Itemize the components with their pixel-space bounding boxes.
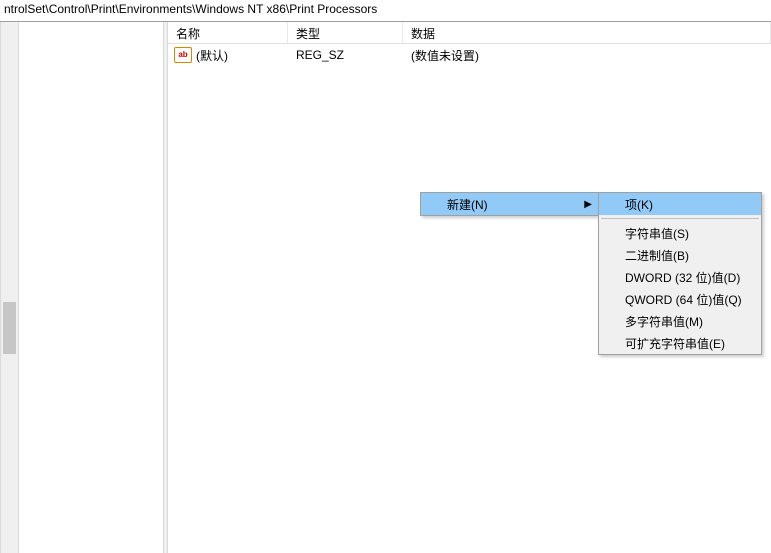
submenu-item[interactable]: 项(K) xyxy=(599,193,761,215)
menu-item-label: 新建(N) xyxy=(447,196,488,213)
submenu-item[interactable]: QWORD (64 位)值(Q) xyxy=(599,288,761,310)
menu-item-new[interactable]: 新建(N) ▶ xyxy=(421,193,600,215)
submenu-item[interactable]: 字符串值(S) xyxy=(599,222,761,244)
new-submenu[interactable]: 项(K) 字符串值(S) 二进制值(B) DWORD (32 位)值(D) QWORD … xyxy=(598,192,762,355)
value-rows[interactable]: ab (默认) REG_SZ (数值未设置) 新建(N) ▶ 项(K) 字符串值(… xyxy=(168,44,771,553)
column-header-data[interactable]: 数据 xyxy=(403,22,771,43)
submenu-item-label: 多字符串值(M) xyxy=(625,313,703,330)
value-type-cell: REG_SZ xyxy=(288,48,403,62)
submenu-item[interactable]: 可扩充字符串值(E) xyxy=(599,332,761,354)
scrollbar-thumb[interactable] xyxy=(3,302,16,354)
context-menu[interactable]: 新建(N) ▶ xyxy=(420,192,601,216)
value-list-pane: 名称 类型 数据 ab (默认) REG_SZ (数值未设置) 新建(N) xyxy=(168,22,771,553)
column-header-type[interactable]: 类型 xyxy=(288,22,403,43)
main-body: 名称 类型 数据 ab (默认) REG_SZ (数值未设置) 新建(N) xyxy=(0,22,771,553)
submenu-arrow-icon: ▶ xyxy=(584,199,592,210)
value-name-text: (默认) xyxy=(196,47,228,64)
submenu-item-label: 可扩充字符串值(E) xyxy=(625,335,725,352)
string-value-icon: ab xyxy=(174,47,192,63)
tree-scrollbar[interactable] xyxy=(0,22,19,553)
column-headers: 名称 类型 数据 xyxy=(168,22,771,44)
menu-separator xyxy=(601,218,759,219)
submenu-item-label: DWORD (32 位)值(D) xyxy=(625,269,740,286)
submenu-item-label: QWORD (64 位)值(Q) xyxy=(625,291,742,308)
submenu-item[interactable]: 二进制值(B) xyxy=(599,244,761,266)
column-header-name[interactable]: 名称 xyxy=(168,22,288,43)
key-tree-pane[interactable] xyxy=(19,22,163,553)
registry-editor-cutout: ntrolSet\Control\Print\Environments\Wind… xyxy=(0,0,771,553)
value-row[interactable]: ab (默认) REG_SZ (数值未设置) xyxy=(168,44,771,64)
submenu-item[interactable]: DWORD (32 位)值(D) xyxy=(599,266,761,288)
registry-path-bar[interactable]: ntrolSet\Control\Print\Environments\Wind… xyxy=(0,0,771,22)
value-data-cell: (数值未设置) xyxy=(403,47,771,64)
submenu-item-label: 项(K) xyxy=(625,196,653,213)
submenu-item-label: 字符串值(S) xyxy=(625,225,689,242)
submenu-item[interactable]: 多字符串值(M) xyxy=(599,310,761,332)
value-name-cell[interactable]: ab (默认) xyxy=(168,47,288,64)
submenu-item-label: 二进制值(B) xyxy=(625,247,689,264)
